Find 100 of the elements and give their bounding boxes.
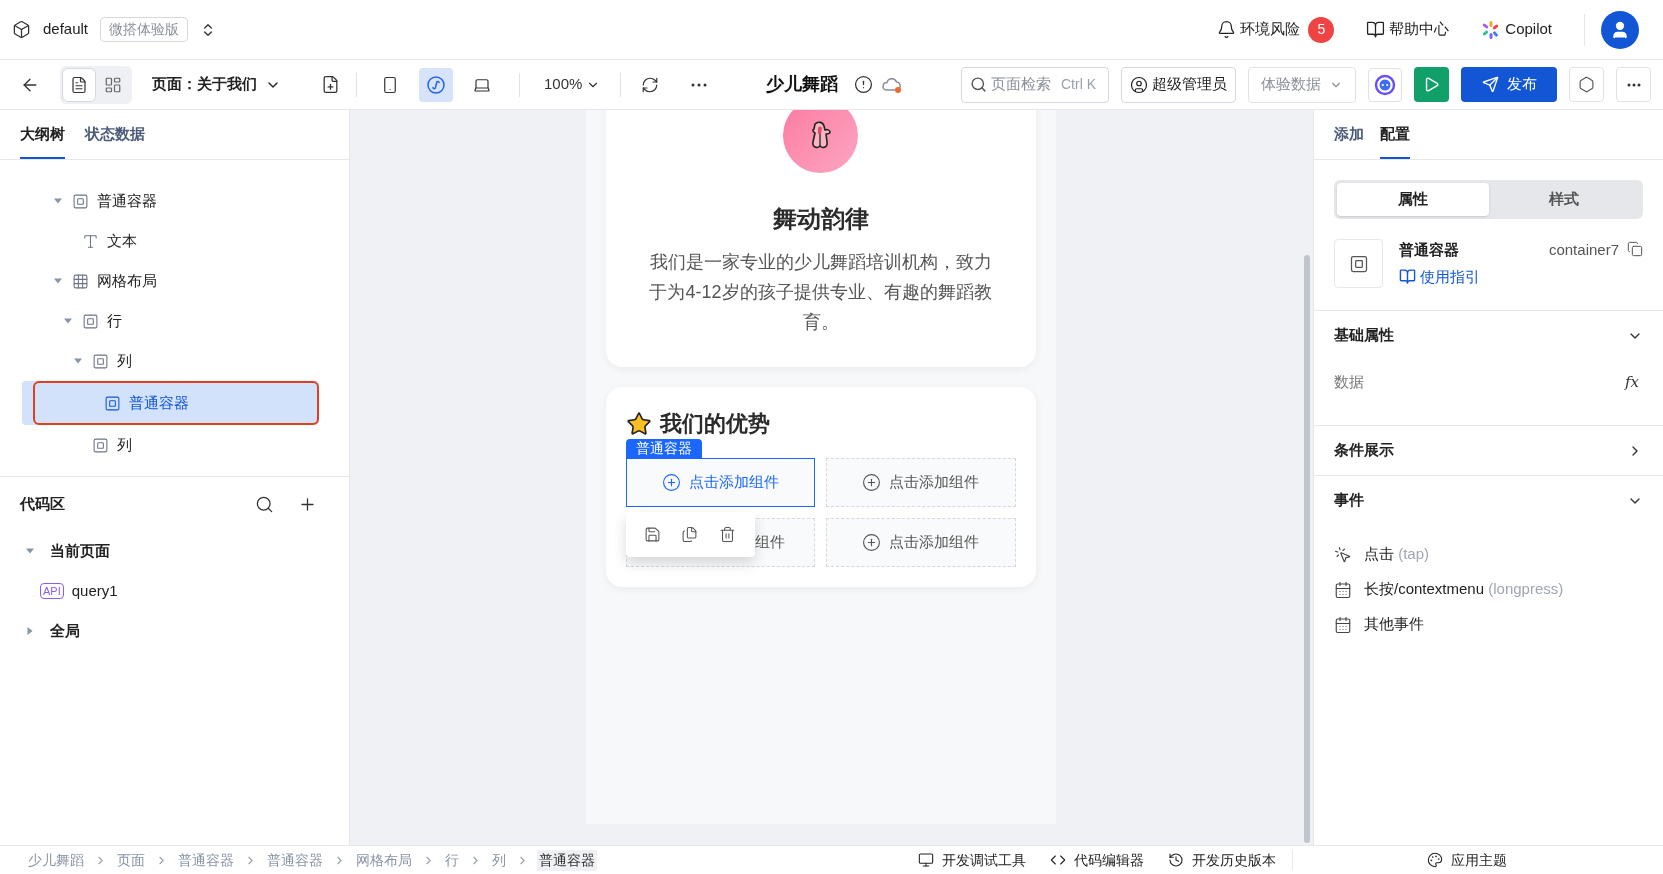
tree-item[interactable]: 列 (0, 425, 349, 465)
code-group[interactable]: 当前页面 (0, 531, 349, 571)
save-icon[interactable] (643, 526, 661, 543)
settings-icon (1578, 76, 1595, 93)
code-item[interactable]: API query1 (0, 571, 349, 611)
caret-down-icon[interactable] (54, 277, 62, 285)
tree-item[interactable]: 普通容器 (0, 181, 349, 221)
count-badge: 5 (1308, 16, 1335, 43)
formula-button[interactable]: fx (1625, 371, 1639, 394)
caret-down-icon[interactable] (54, 197, 62, 205)
event-item[interactable]: 点击 (tap) (1314, 537, 1663, 572)
refresh-icon[interactable] (641, 75, 660, 94)
send-icon (1481, 76, 1499, 93)
add-circle-icon (862, 473, 882, 492)
event-label: 长按/contextmenu (longpress) (1364, 579, 1564, 600)
container-icon (92, 436, 109, 454)
more-icon[interactable] (691, 82, 708, 87)
tree-item[interactable]: 行 (0, 301, 349, 341)
zoom-selector[interactable]: 100% (544, 73, 601, 96)
delete-icon[interactable] (719, 526, 737, 543)
document-icon (70, 75, 88, 94)
monitor-icon (918, 852, 934, 868)
code-group[interactable]: 全局 (0, 611, 349, 651)
search-icon (970, 76, 987, 93)
footer-tool[interactable]: 开发历史版本 (1168, 849, 1276, 871)
search-input[interactable]: 页面检索 (991, 73, 1057, 96)
copy-icon[interactable] (681, 526, 699, 543)
add-component-slot[interactable]: 点击添加组件 (826, 458, 1016, 507)
section-header[interactable]: 条件展示 (1314, 426, 1663, 475)
scrollbar[interactable] (1304, 255, 1310, 843)
header-link[interactable]: Copilot (1481, 18, 1552, 41)
cube-icon (12, 20, 31, 39)
play-icon (1423, 76, 1440, 93)
settings-button[interactable] (1569, 67, 1604, 102)
footer-tool[interactable]: 代码编辑器 (1050, 849, 1144, 871)
event-label: 点击 (tap) (1364, 544, 1429, 565)
header-link[interactable]: 环境风险 5 (1217, 16, 1335, 43)
tree-item[interactable]: 普通容器 (22, 381, 319, 425)
card-title: 我们的优势 (659, 410, 770, 438)
guide-link[interactable]: 使用指引 (1399, 265, 1480, 288)
palette-icon (1427, 852, 1443, 868)
cloud-status-icon (880, 75, 903, 94)
section-title: 基础属性 (1334, 325, 1394, 346)
code-icon (1050, 852, 1066, 868)
search-icon[interactable] (255, 494, 274, 514)
section-header[interactable]: 基础属性 (1314, 311, 1663, 360)
publish-button[interactable]: 发布 (1461, 67, 1557, 102)
avatar[interactable] (1601, 10, 1639, 49)
container-icon (82, 312, 99, 330)
breadcrumb[interactable]: 普通容器 (537, 849, 597, 871)
footer-tool[interactable]: 开发调试工具 (918, 849, 1026, 871)
slot-label: 组件 (755, 532, 786, 553)
section-header[interactable]: 事件 (1314, 476, 1663, 525)
panel-tab[interactable]: 状态数据 (85, 122, 145, 159)
run-button[interactable] (1414, 67, 1449, 102)
caret-down-icon[interactable] (64, 317, 72, 325)
user-circle-icon (1130, 75, 1148, 94)
more-icon (1626, 82, 1641, 87)
role-button[interactable]: 超级管理员 (1121, 66, 1236, 103)
edition-badge: 微搭体验版 (100, 17, 189, 42)
assistant-button[interactable] (1368, 67, 1402, 102)
header-link[interactable]: 帮助中心 (1366, 18, 1450, 41)
grid-icon (72, 272, 89, 290)
section-title: 代码区 (20, 493, 65, 514)
component-name: 普通容器 (1399, 240, 1460, 260)
tree-item[interactable]: 网格布局 (0, 261, 349, 301)
tree-item[interactable]: 文本 (0, 221, 349, 261)
text-type-icon (82, 232, 99, 250)
section-title: 事件 (1334, 490, 1364, 511)
copy-icon[interactable] (1627, 241, 1643, 257)
event-item[interactable]: 长按/contextmenu (longpress) (1314, 572, 1663, 607)
caret-down-icon[interactable] (74, 357, 82, 365)
card-title: 舞动韵律 (772, 204, 869, 234)
view-toggle[interactable] (62, 67, 96, 102)
caret-down-icon[interactable] (26, 547, 34, 555)
caret-right-icon[interactable] (26, 627, 34, 635)
add-component-slot[interactable]: 点击添加组件 (625, 458, 815, 507)
user-icon (1610, 19, 1630, 40)
add-component-slot[interactable]: 点击添加组件 (826, 518, 1016, 567)
history-icon (1168, 852, 1184, 868)
footer-tool[interactable]: 应用主题 (1427, 849, 1507, 871)
segment-tab[interactable]: 样式 (1488, 183, 1640, 216)
segment-tab[interactable]: 属性 (1337, 183, 1489, 216)
panel-tab[interactable]: 大纲树 (20, 122, 65, 159)
link-circle-icon (427, 75, 445, 94)
container-icon (72, 192, 89, 210)
tree-item-label: 普通容器 (97, 190, 157, 211)
event-item[interactable]: 其他事件 (1314, 607, 1663, 642)
tree-item[interactable]: 列 (0, 341, 349, 381)
panel-tab[interactable]: 添加 (1334, 122, 1364, 159)
panel-tab[interactable]: 配置 (1380, 122, 1410, 159)
add-page-icon[interactable] (321, 75, 340, 94)
tree-item-label: 行 (107, 310, 122, 331)
page-selector[interactable]: 页面：关于我们 (152, 73, 281, 96)
bell-icon (1217, 20, 1237, 39)
component-id: container7 (1548, 240, 1619, 260)
info-icon[interactable] (853, 75, 873, 94)
device-button[interactable] (419, 67, 453, 102)
selection-tag: 普通容器 (625, 439, 702, 458)
add-circle-icon (661, 473, 681, 492)
